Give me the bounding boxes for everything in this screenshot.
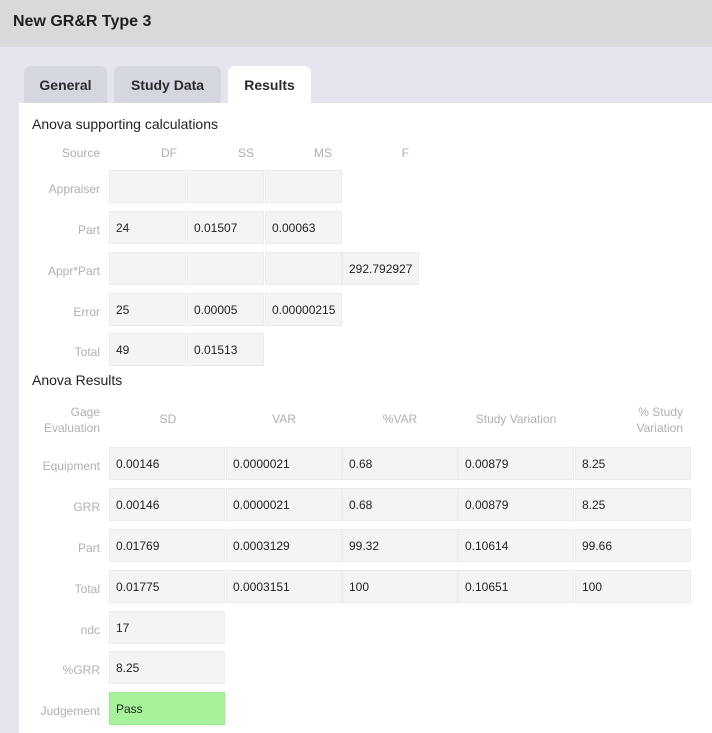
total-var: 0.0003151 bbox=[226, 570, 342, 603]
row-label-error: Error bbox=[73, 305, 100, 319]
ndc-value: 17 bbox=[109, 611, 225, 644]
grr-pvar: 0.68 bbox=[342, 488, 458, 521]
part-ms: 0.00063 bbox=[265, 211, 342, 244]
equipment-sd: 0.00146 bbox=[109, 447, 225, 480]
grr-sd: 0.00146 bbox=[109, 488, 225, 521]
col-header-df: DF bbox=[161, 146, 177, 160]
row-label-pct-grr: %GRR bbox=[62, 663, 100, 677]
col-header-var: VAR bbox=[272, 412, 296, 426]
appr-part-df bbox=[109, 252, 186, 285]
anova-calc-title: Anova supporting calculations bbox=[32, 116, 219, 132]
row-label-total-result: Total bbox=[74, 582, 100, 596]
part-var: 0.0003129 bbox=[226, 529, 342, 562]
col-header-ss: SS bbox=[237, 146, 254, 160]
col-header-study-variation: Study Variation bbox=[475, 412, 557, 426]
appraiser-df bbox=[109, 170, 186, 203]
part-df: 24 bbox=[109, 211, 186, 244]
total-ss: 0.01513 bbox=[187, 333, 264, 366]
row-label-appraiser: Appraiser bbox=[48, 182, 100, 196]
row-label-total: Total bbox=[74, 345, 100, 359]
col-header-pct-study-variation: % Study Variation bbox=[636, 405, 683, 435]
col-header-gage-evaluation: Gage Evaluation bbox=[43, 405, 100, 435]
title-bar: New GR&R Type 3 bbox=[0, 0, 712, 47]
row-label-part: Part bbox=[77, 223, 100, 237]
part-ss: 0.01507 bbox=[187, 211, 264, 244]
part-pct-study-variation: 99.66 bbox=[575, 529, 691, 562]
tab-strip: General Study Data Results bbox=[0, 47, 712, 103]
total-study-variation: 0.10651 bbox=[458, 570, 574, 603]
total-pct-study-variation: 100 bbox=[575, 570, 691, 603]
tab-results[interactable]: Results bbox=[228, 66, 311, 103]
row-label-judgement: Judgement bbox=[40, 704, 100, 718]
appr-part-f: 292.792927 bbox=[342, 252, 419, 285]
total-sd: 0.01775 bbox=[109, 570, 225, 603]
col-header-sd: SD bbox=[159, 412, 177, 426]
equipment-pvar: 0.68 bbox=[342, 447, 458, 480]
col-header-source: Source bbox=[61, 146, 100, 160]
col-header-ms: MS bbox=[314, 146, 332, 160]
grr-var: 0.0000021 bbox=[226, 488, 342, 521]
judgement-badge: Pass bbox=[109, 692, 225, 725]
equipment-study-variation: 0.00879 bbox=[458, 447, 574, 480]
appraiser-ss bbox=[187, 170, 264, 203]
left-margin bbox=[0, 103, 19, 733]
appr-part-ms bbox=[265, 252, 342, 285]
window-title: New GR&R Type 3 bbox=[13, 13, 152, 30]
equipment-pct-study-variation: 8.25 bbox=[575, 447, 691, 480]
appraiser-ms bbox=[265, 170, 342, 203]
col-header-pvar: %VAR bbox=[382, 412, 418, 426]
error-df: 25 bbox=[109, 293, 186, 326]
part-study-variation: 0.10614 bbox=[458, 529, 574, 562]
row-label-appr-part: Appr*Part bbox=[47, 264, 100, 278]
grr-study-variation: 0.00879 bbox=[458, 488, 574, 521]
total-pvar: 100 bbox=[342, 570, 458, 603]
error-ss: 0.00005 bbox=[187, 293, 264, 326]
tab-study-data[interactable]: Study Data bbox=[114, 66, 221, 103]
pct-grr-value: 8.25 bbox=[109, 651, 225, 684]
anova-results-title: Anova Results bbox=[32, 372, 123, 388]
row-label-part-result: Part bbox=[77, 541, 100, 555]
total-df: 49 bbox=[109, 333, 186, 366]
appr-part-ss bbox=[187, 252, 264, 285]
row-label-grr: GRR bbox=[73, 500, 100, 514]
equipment-var: 0.0000021 bbox=[226, 447, 342, 480]
part-pvar: 99.32 bbox=[342, 529, 458, 562]
part-sd: 0.01769 bbox=[109, 529, 225, 562]
col-header-f: F bbox=[401, 146, 409, 160]
row-label-equipment: Equipment bbox=[42, 459, 100, 473]
grr-pct-study-variation: 8.25 bbox=[575, 488, 691, 521]
tab-general[interactable]: General bbox=[24, 66, 107, 103]
row-label-ndc: ndc bbox=[80, 623, 100, 637]
error-ms: 0.00000215 bbox=[265, 293, 342, 326]
